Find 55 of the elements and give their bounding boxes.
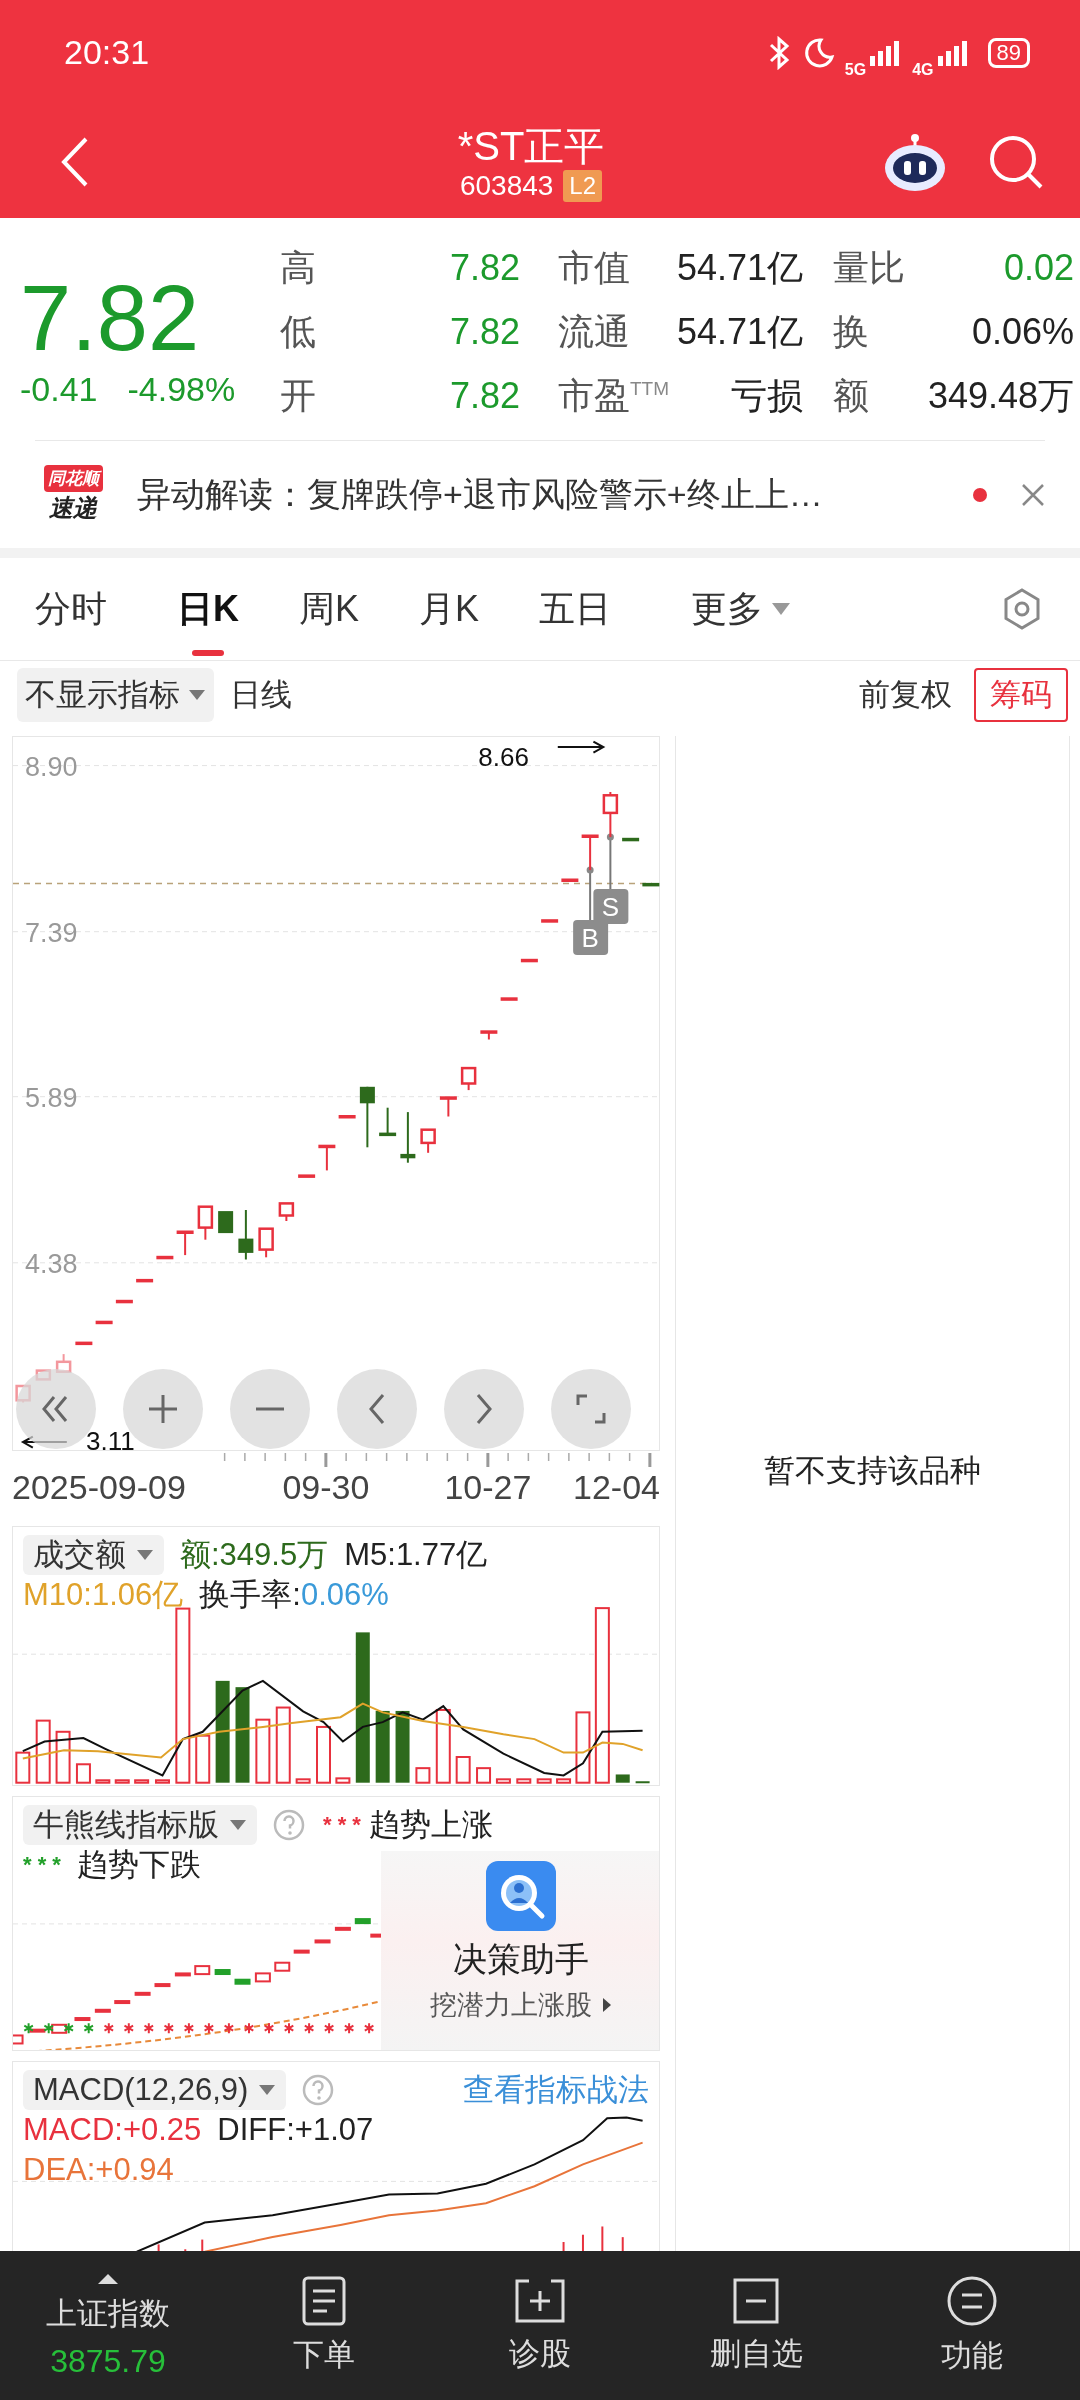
unsupported-message: 暂不支持该品种 [763,1452,982,1490]
logo-text: 同花顺 [43,465,103,492]
percent-change: -4.98% [127,370,236,409]
macd-value: MACD:+0.25 [23,2111,202,2149]
amount-value: 额:349.5万 [180,1536,329,1574]
stat-label: 量比 [832,245,906,290]
current-price: 7.82 [20,272,201,364]
stat-label: 市值 [557,245,631,290]
high-label: 8.66 [478,742,529,773]
stat-label: 开 [280,373,317,418]
stat-value: 7.82 [448,375,520,417]
low-label: 3.11 [86,1426,135,1452]
stat-label: 流通 [557,309,631,354]
stat-value: 7.82 [448,311,520,353]
legend-label: 趋势下跌 [76,1846,201,1884]
popup-title: 决策助手 [453,1939,589,1980]
stat-value: 54.71亿 [675,245,803,290]
status-time: 20:31 [64,33,151,72]
stat-value: 亏损 [730,373,803,418]
legend-mark: * * * [323,1811,361,1839]
axis-label: 4.38 [25,1248,78,1279]
axis-label: 7.39 [25,917,78,948]
stat-value: 0.06% [970,311,1074,353]
turnover-label: 换手率: [199,1576,301,1614]
legend-label: 趋势上涨 [368,1806,493,1844]
stat-value: 54.71亿 [675,309,803,354]
dea-value: DEA:+0.94 [23,2151,174,2189]
stock-name: *ST正平 [457,122,605,170]
logo-text: 速递 [49,493,97,523]
axis-label: 5.89 [25,1082,78,1113]
stat-value: 7.82 [448,247,520,289]
date-label: 2025-09-09 [12,1467,186,1507]
stat-value: 349.48万 [926,373,1074,418]
turnover-value: 0.06% [300,1576,389,1614]
stat-label: 市盈$^{TTM}$ [557,373,671,418]
stock-code: 603843 [459,169,554,202]
period-label: 日线 [230,676,292,714]
level-badge: L2 [563,169,603,202]
battery-indicator: 89 [987,37,1030,68]
diff-value: DIFF:+1.07 [217,2111,374,2149]
network-label: 5G [844,60,867,79]
stat-value: 0.02 [1002,247,1074,289]
ma5-value: M5:1.77亿 [344,1536,488,1574]
network-label: 4G [912,60,934,79]
legend-mark: * * * [23,1851,61,1879]
date-label: 12-04 [573,1467,660,1507]
date-label: 09-30 [282,1467,370,1507]
price-change: -0.41 [20,370,98,409]
stat-label: 低 [280,309,317,354]
ma10-value: M10:1.06亿 [23,1576,184,1614]
date-label: 10-27 [444,1467,532,1507]
stat-label: 高 [280,245,317,290]
axis-label: 8.90 [25,751,78,782]
stat-label: 额 [832,373,870,418]
stat-label: 换 [832,309,870,354]
